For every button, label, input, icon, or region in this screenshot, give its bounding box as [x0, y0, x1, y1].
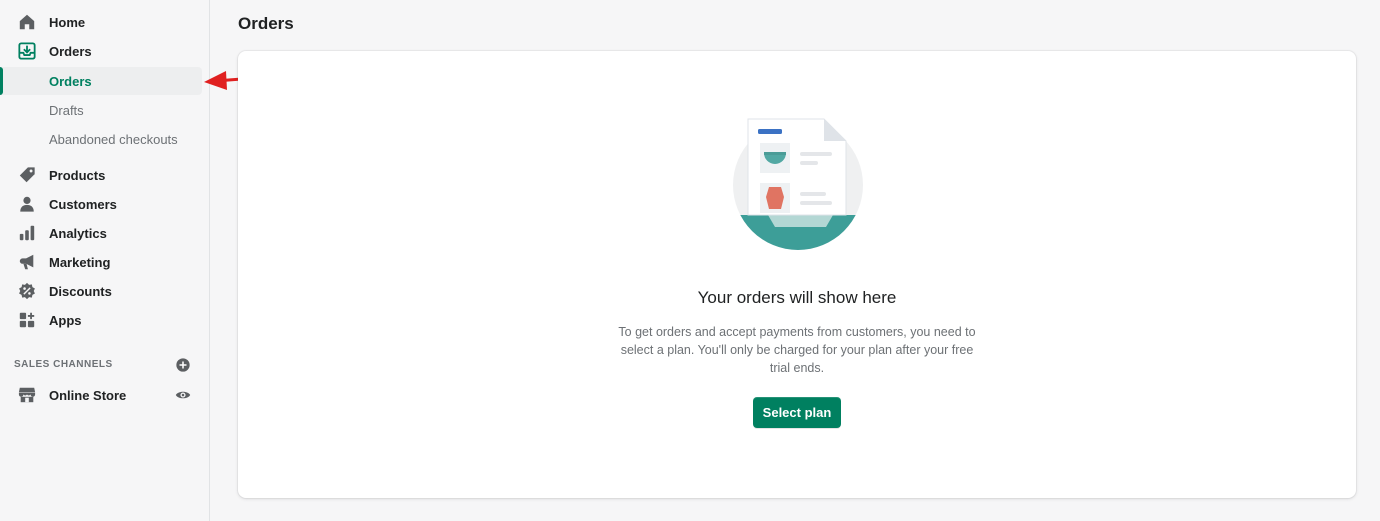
- nav-orders[interactable]: Orders: [0, 37, 202, 65]
- tag-icon: [19, 167, 35, 183]
- nav-analytics-label: Analytics: [49, 225, 107, 241]
- eye-icon[interactable]: [175, 388, 191, 402]
- subnav-orders-label: Orders: [49, 74, 92, 89]
- nav-products-label: Products: [49, 167, 106, 183]
- nav-marketing-label: Marketing: [49, 254, 111, 270]
- nav-orders-label: Orders: [49, 43, 92, 59]
- nav-home-label: Home: [49, 14, 86, 30]
- nav-online-store[interactable]: Online Store: [0, 381, 202, 409]
- nav-apps-label: Apps: [49, 312, 82, 328]
- subnav-abandoned-checkouts-label: Abandoned checkouts: [49, 132, 178, 147]
- store-icon: [18, 387, 36, 403]
- discount-icon: [19, 282, 35, 300]
- orders-illustration: [733, 118, 863, 250]
- empty-state-heading: Your orders will show here: [697, 288, 897, 307]
- subnav-drafts[interactable]: Drafts: [0, 96, 202, 124]
- nav-online-store-label: Online Store: [49, 387, 127, 403]
- nav-customers-label: Customers: [49, 196, 117, 212]
- home-icon: [19, 14, 35, 30]
- select-plan-button[interactable]: Select plan: [753, 397, 841, 428]
- empty-state-description: To get orders and accept payments from c…: [618, 325, 976, 375]
- add-circle-icon[interactable]: [176, 358, 190, 372]
- nav-apps[interactable]: Apps: [0, 306, 202, 334]
- sidebar: Home Orders Orders Drafts Abandoned chec…: [0, 0, 210, 521]
- nav-discounts[interactable]: Discounts: [0, 277, 202, 305]
- subnav-orders[interactable]: Orders: [0, 67, 202, 95]
- bar-chart-icon: [19, 225, 35, 241]
- person-icon: [20, 196, 34, 212]
- empty-state-card: Your orders will show here To get orders…: [238, 51, 1356, 498]
- subnav-abandoned-checkouts[interactable]: Abandoned checkouts: [0, 125, 202, 153]
- nav-analytics[interactable]: Analytics: [0, 219, 202, 247]
- nav-discounts-label: Discounts: [49, 283, 112, 299]
- subnav-drafts-label: Drafts: [49, 103, 84, 118]
- apps-icon: [19, 312, 35, 328]
- page-title: Orders: [238, 14, 294, 33]
- orders-icon: [18, 42, 36, 60]
- megaphone-icon: [19, 254, 34, 270]
- nav-home[interactable]: Home: [0, 8, 202, 36]
- sales-channels-heading: SALES CHANNELS: [14, 359, 113, 370]
- nav-products[interactable]: Products: [0, 161, 202, 189]
- nav-marketing[interactable]: Marketing: [0, 248, 202, 276]
- nav-customers[interactable]: Customers: [0, 190, 202, 218]
